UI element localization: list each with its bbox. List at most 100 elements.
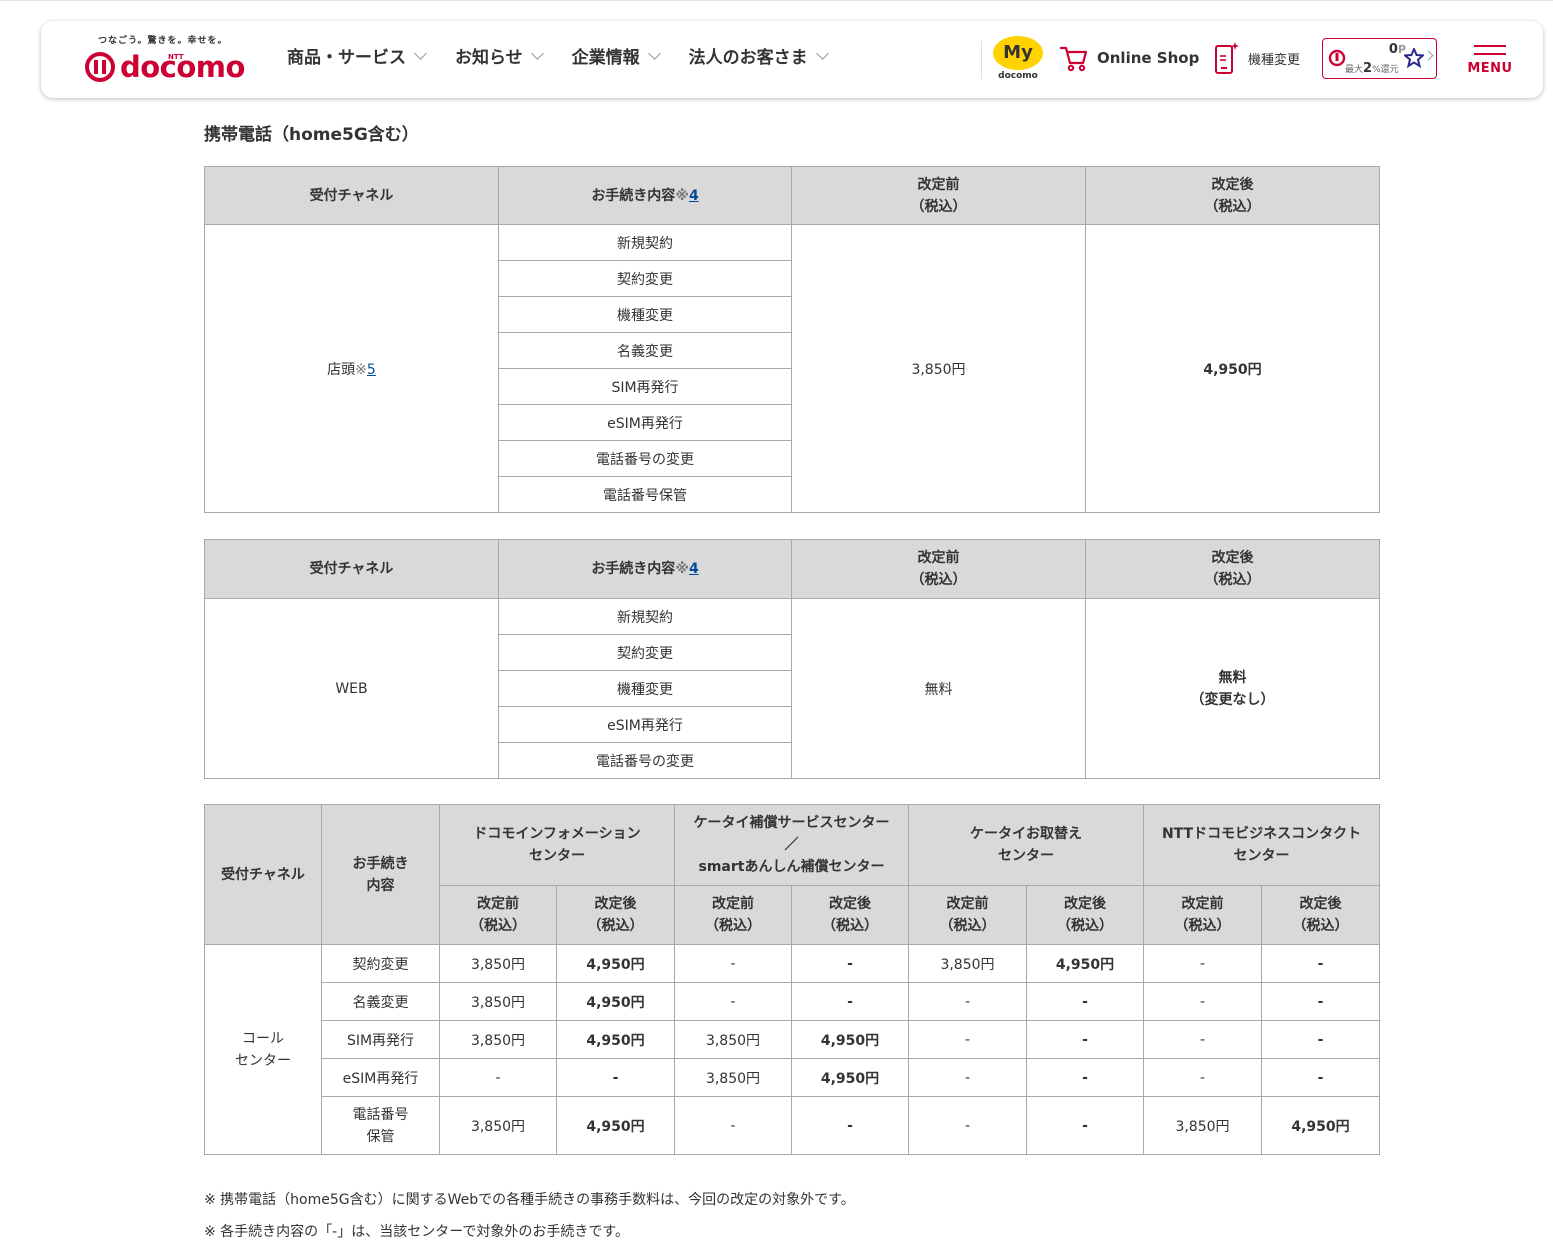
fee-after-line: （変更なし） <box>1190 691 1275 708</box>
cart-icon <box>1059 46 1088 72</box>
fee-after-cell: - <box>1260 944 1381 983</box>
table-row: 電話番号 保管 3,850円 4,950円 - - - - 3,850円 4,95… <box>205 1096 1381 1155</box>
fee-before-cell: 3,850円 <box>791 224 1086 513</box>
fee-after-cell: - <box>556 1058 675 1097</box>
procedure-cell: 機種変更 <box>498 670 792 707</box>
nav-news[interactable]: お知らせ <box>455 43 544 68</box>
nav-label: 商品・サービス <box>287 48 406 68</box>
table-row: SIM再発行 3,850円 4,950円 3,850円 4,950円 - - -… <box>205 1020 1381 1059</box>
fee-before-cell: - <box>1143 1058 1262 1097</box>
points-rate: 最大2%還元 <box>1345 61 1399 76</box>
chevron-down-icon <box>414 47 427 60</box>
col-header-before: 改定前 （税込） <box>674 885 792 945</box>
docomo-mark-icon <box>85 52 115 82</box>
table-header-row: 受付チャネル お手続き内容※4 改定前 （税込） 改定後 （税込） <box>204 166 1380 225</box>
device-change-label: 機種変更 <box>1248 52 1301 68</box>
procedure-cell: 機種変更 <box>498 296 792 333</box>
fee-after-cell: - <box>1260 1058 1381 1097</box>
procedure-line: 保管 <box>366 1128 395 1145</box>
footnotes: ※ 携帯電話（home5G含む）に関するWebでの各種手続きの事務手数料は、今回… <box>204 1184 855 1248</box>
col-header-before: 改定前 （税込） <box>791 539 1086 599</box>
fee-before-cell: 3,850円 <box>674 1058 792 1097</box>
fee-after-cell: - <box>1260 982 1381 1021</box>
fee-after-cell: 4,950円 <box>1026 944 1144 983</box>
fee-after-cell: - <box>791 944 909 983</box>
header-line: 改定前 <box>1181 896 1224 912</box>
nav-corporate-info[interactable]: 企業情報 <box>572 43 661 68</box>
table-row: WEB 新規契約 無料 無料 （変更なし） <box>204 598 1380 779</box>
menu-label: MENU <box>1467 61 1513 76</box>
procedure-cell: eSIM再発行 <box>321 1058 440 1097</box>
col-header-content: お手続き 内容 <box>321 804 440 945</box>
nav-products-services[interactable]: 商品・サービス <box>287 43 427 68</box>
procedure-cell: 契約変更 <box>498 634 792 671</box>
fee-before-cell: 無料 <box>791 598 1086 779</box>
header-line: （税込） <box>910 572 967 588</box>
header-line: 改定後 <box>829 896 871 912</box>
chevron-down-icon <box>647 47 661 60</box>
header-divider <box>981 41 982 79</box>
fee-before-cell: 3,850円 <box>439 1096 557 1155</box>
chevron-down-icon <box>530 47 544 60</box>
header-line: （税込） <box>910 198 967 215</box>
fee-after-cell: 4,950円 <box>791 1058 909 1097</box>
online-shop-link[interactable]: Online Shop <box>1059 43 1199 73</box>
channel-label: 店頭 <box>327 361 356 378</box>
procedure-cell: eSIM再発行 <box>498 404 792 441</box>
fee-table-store: 受付チャネル お手続き内容※4 改定前 （税込） 改定後 （税込） 店頭※5 新規契… <box>204 166 1380 513</box>
fee-before-cell: - <box>674 944 792 983</box>
table-row: 名義変更 3,850円 4,950円 - - - - - - <box>205 982 1381 1021</box>
header-line: お手続き <box>352 855 409 872</box>
header-line: 改定後 <box>1299 896 1342 912</box>
mydocomo-button[interactable]: My docomo <box>992 36 1044 86</box>
fee-after-cell: 4,950円 <box>1085 224 1380 513</box>
points-rate-prefix: 最大 <box>1345 65 1364 75</box>
col-header-after: 改定後 （税込） <box>1026 885 1144 945</box>
footnote: ※ 携帯電話（home5G含む）に関するWebでの各種手続きの事務手数料は、今回… <box>204 1192 855 1208</box>
channel-line: コール <box>242 1030 284 1047</box>
footnote-link-5[interactable]: 5 <box>367 362 376 378</box>
fee-before-cell: - <box>908 982 1027 1021</box>
menu-button[interactable]: MENU <box>1467 45 1513 76</box>
chevron-right-icon <box>1423 50 1434 61</box>
fee-table-web: 受付チャネル お手続き内容※4 改定前 （税込） 改定後 （税込） WEB 新規契約… <box>204 539 1380 779</box>
header-line: センター <box>529 848 585 864</box>
fee-before-cell: 3,850円 <box>439 944 557 983</box>
menu-line <box>1474 45 1506 47</box>
footnote-link-4[interactable]: 4 <box>689 561 699 577</box>
fee-after-cell: - <box>1026 1020 1144 1059</box>
procedure-cell: 名義変更 <box>321 982 440 1021</box>
procedure-cell: 契約変更 <box>498 260 792 297</box>
fee-after-cell: 4,950円 <box>791 1020 909 1059</box>
fee-before-cell: 3,850円 <box>1143 1096 1262 1155</box>
procedure-cell: 電話番号保管 <box>321 1096 440 1155</box>
fee-after-cell: 無料 （変更なし） <box>1085 598 1380 779</box>
col-header-after: 改定後 （税込） <box>556 885 675 945</box>
table-row: コール センター 契約変更 3,850円 4,950円 - - 3,850円 4,… <box>204 944 1381 1155</box>
col-header-after: 改定後 （税込） <box>1260 885 1381 945</box>
fee-before-cell: 3,850円 <box>439 982 557 1021</box>
footnote-link-4[interactable]: 4 <box>689 188 699 204</box>
header-line: 改定後 <box>594 896 637 912</box>
col-header-content-label: お手続き内容 <box>591 187 676 204</box>
header-line: （税込） <box>1057 918 1113 934</box>
docomo-logo[interactable]: つなごう。驚きを。幸せを。 NTT docomo <box>84 33 254 93</box>
brand-tagline: つなごう。驚きを。幸せを。 <box>98 36 228 46</box>
header-line: （税込） <box>822 918 878 934</box>
online-shop-label: Online Shop <box>1097 49 1200 67</box>
col-header-channel: 受付チャネル <box>204 166 499 225</box>
fee-before-cell: - <box>674 1096 792 1155</box>
phone-sparkle-icon <box>1215 42 1239 74</box>
col-header-channel: 受付チャネル <box>204 539 499 599</box>
header-line: （税込） <box>1292 918 1349 934</box>
footnote: ※ 各手続き内容の「-」は、当該センターで対象外のお手続きです。 <box>204 1224 629 1240</box>
d-points-widget[interactable]: 0P 最大2%還元 <box>1322 38 1437 79</box>
header-line: 改定後 <box>1211 550 1254 566</box>
device-change-link[interactable]: 機種変更 <box>1214 41 1300 75</box>
col-header-after: 改定後 （税込） <box>1085 166 1380 225</box>
procedure-line: 電話番号 <box>352 1106 409 1123</box>
table-row: eSIM再発行 - - 3,850円 4,950円 - - - - <box>205 1058 1381 1097</box>
nav-business[interactable]: 法人のお客さま <box>689 43 829 68</box>
col-header-content-label: お手続き内容 <box>591 561 676 577</box>
fee-after-cell: 4,950円 <box>556 1096 675 1155</box>
